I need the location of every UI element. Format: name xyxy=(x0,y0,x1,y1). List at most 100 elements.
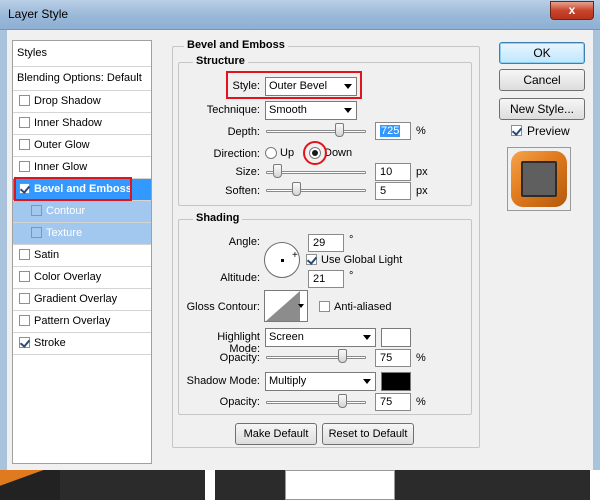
styles-header[interactable]: Styles xyxy=(13,41,151,67)
shading-title: Shading xyxy=(193,212,243,224)
style-item-contour[interactable]: Contour xyxy=(13,201,151,223)
layer-style-dialog: Layer Style x Styles Blending Options: D… xyxy=(0,0,600,470)
preview-label: Preview xyxy=(527,124,570,138)
title-bar[interactable]: Layer Style x xyxy=(0,0,600,30)
preview-bevel xyxy=(511,151,567,207)
style-item-inner-shadow[interactable]: Inner Shadow xyxy=(13,113,151,135)
highlight-box xyxy=(226,71,362,99)
gloss-contour-picker[interactable] xyxy=(264,290,308,322)
preview-inner-square xyxy=(521,161,557,197)
make-default-button[interactable]: Make Default xyxy=(235,423,317,445)
checkbox[interactable] xyxy=(19,95,30,106)
checkbox[interactable] xyxy=(19,271,30,282)
checkbox[interactable] xyxy=(19,139,30,150)
close-icon: x xyxy=(568,3,576,17)
reset-to-default-button[interactable]: Reset to Default xyxy=(322,423,414,445)
checkbox[interactable] xyxy=(31,227,42,238)
crosshair-icon: + xyxy=(292,250,298,261)
structure-title: Structure xyxy=(193,55,248,67)
highlight-opacity-thumb[interactable] xyxy=(338,349,347,363)
blending-options[interactable]: Blending Options: Default xyxy=(13,67,151,91)
soften-slider[interactable] xyxy=(266,189,366,192)
style-item-outer-glow[interactable]: Outer Glow xyxy=(13,135,151,157)
checkbox[interactable] xyxy=(19,315,30,326)
style-item-stroke[interactable]: Stroke xyxy=(13,333,151,355)
shadow-opacity-label: Opacity: xyxy=(219,396,260,408)
background-canvas xyxy=(0,470,600,500)
depth-input[interactable]: 725 xyxy=(375,122,411,140)
shadow-mode-label: Shadow Mode: xyxy=(186,375,260,387)
style-item-texture[interactable]: Texture xyxy=(13,223,151,245)
contour-curve-icon xyxy=(266,291,300,321)
preview-checkbox[interactable] xyxy=(511,125,522,136)
anti-aliased-checkbox[interactable] xyxy=(319,301,330,312)
chevron-down-icon xyxy=(363,379,371,384)
style-item-gradient-overlay[interactable]: Gradient Overlay xyxy=(13,289,151,311)
chevron-down-icon xyxy=(298,304,304,308)
shadow-opacity-unit: % xyxy=(416,396,426,408)
checkbox[interactable] xyxy=(19,293,30,304)
preview-thumbnail xyxy=(507,147,571,211)
highlight-mode-select[interactable]: Screen xyxy=(265,328,376,347)
close-button[interactable]: x xyxy=(550,1,594,20)
canvas-fragment xyxy=(205,470,215,500)
technique-select[interactable]: Smooth xyxy=(265,101,357,120)
depth-unit: % xyxy=(416,125,426,137)
shadow-opacity-input[interactable]: 75 xyxy=(375,393,411,411)
direction-down-label: Down xyxy=(324,147,353,159)
checkbox[interactable] xyxy=(19,249,30,260)
style-item-inner-glow[interactable]: Inner Glow xyxy=(13,157,151,179)
cancel-button[interactable]: Cancel xyxy=(499,69,585,91)
styles-list: Styles Blending Options: Default Drop Sh… xyxy=(12,40,152,464)
shadow-color-swatch[interactable] xyxy=(381,372,411,391)
shadow-opacity-thumb[interactable] xyxy=(338,394,347,408)
shadow-opacity-slider[interactable] xyxy=(266,401,366,404)
direction-up-label: Up xyxy=(280,147,295,159)
canvas-fragment xyxy=(590,470,600,500)
highlight-opacity-input[interactable]: 75 xyxy=(375,349,411,367)
size-label: Size: xyxy=(235,166,260,178)
checkbox[interactable] xyxy=(31,205,42,216)
canvas-fragment xyxy=(0,470,60,500)
altitude-input[interactable]: 21 xyxy=(308,270,344,288)
highlight-color-swatch[interactable] xyxy=(381,328,411,347)
highlight-circle xyxy=(303,141,327,165)
style-item-color-overlay[interactable]: Color Overlay xyxy=(13,267,151,289)
angle-label: Angle: xyxy=(228,236,260,248)
shadow-mode-select[interactable]: Multiply xyxy=(265,372,376,391)
angle-input[interactable]: 29 xyxy=(308,234,344,252)
depth-slider[interactable] xyxy=(266,130,366,133)
altitude-unit: ° xyxy=(349,270,354,282)
ok-button[interactable]: OK xyxy=(499,42,585,64)
style-item-pattern-overlay[interactable]: Pattern Overlay xyxy=(13,311,151,333)
depth-label: Depth: xyxy=(227,126,260,138)
size-slider-thumb[interactable] xyxy=(273,164,282,178)
soften-unit: px xyxy=(416,185,428,197)
chevron-down-icon xyxy=(344,108,352,113)
style-item-satin[interactable]: Satin xyxy=(13,245,151,267)
bevel-emboss-title: Bevel and Emboss xyxy=(184,39,288,51)
direction-up-radio[interactable] xyxy=(265,147,277,159)
canvas-fragment xyxy=(285,470,395,500)
soften-input[interactable]: 5 xyxy=(375,182,411,200)
checkbox[interactable] xyxy=(19,161,30,172)
global-light-label: Use Global Light xyxy=(321,254,403,266)
soften-slider-thumb[interactable] xyxy=(292,182,301,196)
checkbox[interactable] xyxy=(19,117,30,128)
highlight-opacity-slider[interactable] xyxy=(266,356,366,359)
highlight-opacity-label: Opacity: xyxy=(219,352,260,364)
depth-slider-thumb[interactable] xyxy=(335,123,344,137)
gloss-contour-label: Gloss Contour: xyxy=(186,301,260,313)
direction-label: Direction: xyxy=(213,148,260,160)
highlight-opacity-unit: % xyxy=(416,352,426,364)
style-item-drop-shadow[interactable]: Drop Shadow xyxy=(13,91,151,113)
global-light-checkbox[interactable] xyxy=(306,254,317,265)
highlight-box xyxy=(14,177,132,201)
size-unit: px xyxy=(416,166,428,178)
altitude-label: Altitude: xyxy=(220,272,260,284)
soften-label: Soften: xyxy=(225,185,260,197)
size-input[interactable]: 10 xyxy=(375,163,411,181)
new-style-button[interactable]: New Style... xyxy=(499,98,585,120)
angle-unit: ° xyxy=(349,234,354,246)
checkbox[interactable] xyxy=(19,337,30,348)
